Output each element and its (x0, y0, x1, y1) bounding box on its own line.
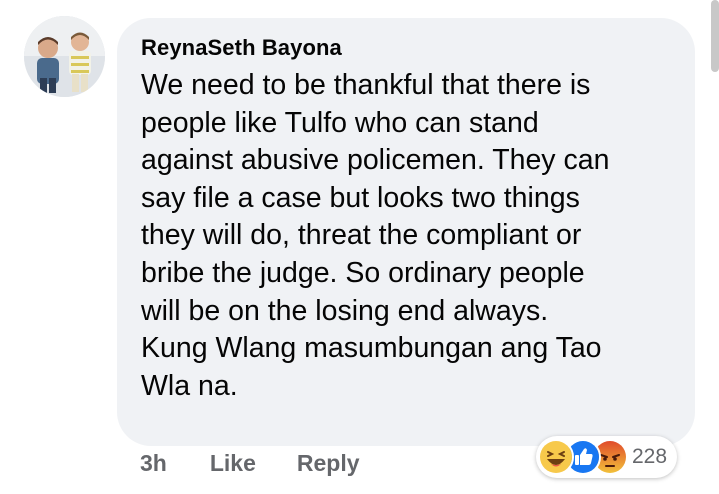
like-button[interactable]: Like (210, 450, 256, 477)
reply-button[interactable]: Reply (297, 450, 360, 477)
comment-timestamp[interactable]: 3h (140, 450, 167, 477)
comment-bubble: ReynaSeth Bayona We need to be thankful … (117, 18, 695, 446)
avatar[interactable] (24, 16, 105, 97)
comment-author-name[interactable]: ReynaSeth Bayona (141, 34, 671, 62)
scrollbar-thumb[interactable] (711, 0, 719, 72)
comment-thread: ReynaSeth Bayona We need to be thankful … (0, 0, 719, 494)
reaction-count: 228 (632, 445, 668, 468)
reactions-summary[interactable]: 228 (536, 436, 678, 478)
comment-text: We need to be thankful that there is peo… (141, 69, 610, 402)
comment-actions: 3h Like Reply (140, 450, 360, 477)
haha-reaction-icon (538, 439, 574, 475)
avatar-photo (24, 16, 105, 97)
